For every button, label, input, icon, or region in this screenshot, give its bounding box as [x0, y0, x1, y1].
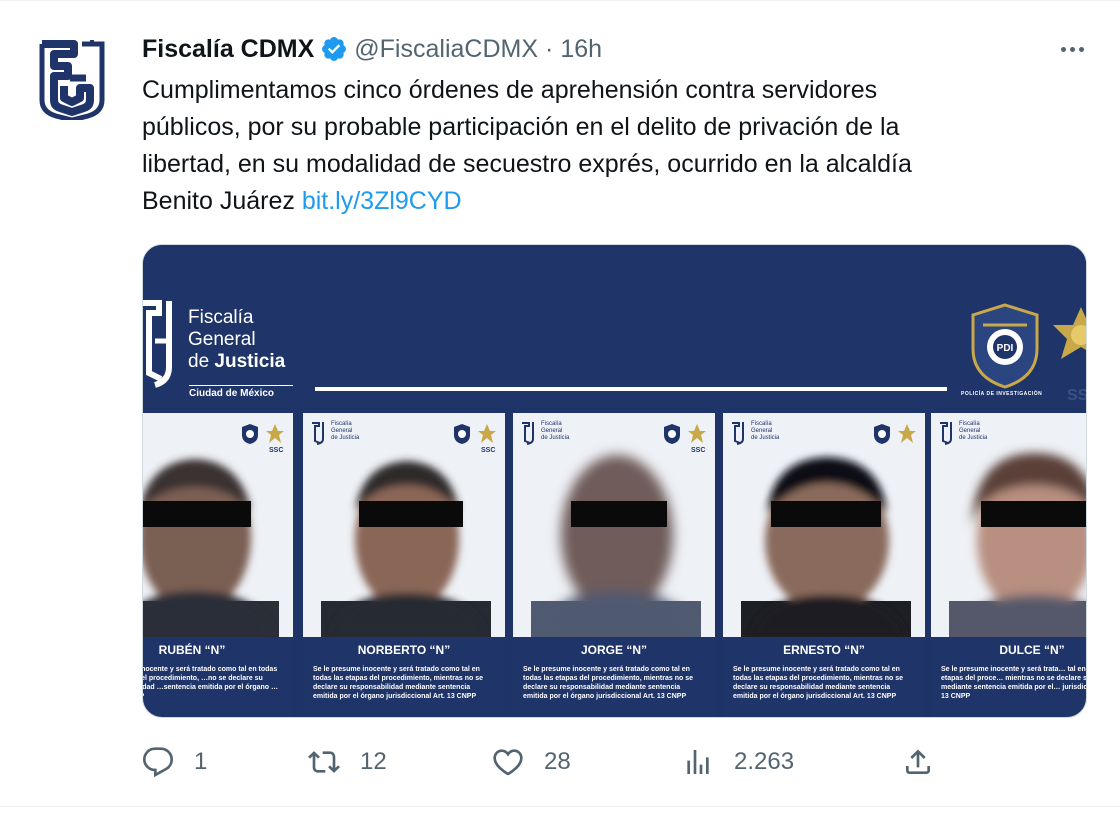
tweet[interactable]: Fiscalía CDMX @FiscaliaCDMX · 16h Cumpli… [0, 0, 1120, 817]
retweet-button[interactable]: 12 [308, 744, 387, 780]
suspect-name: NORBERTO “N” [303, 637, 505, 663]
tweet-text-last: Benito Juárez [142, 187, 302, 215]
pdi-badge-icon: PDI [971, 303, 1039, 389]
redaction-bar [571, 501, 667, 527]
share-button[interactable] [902, 744, 934, 780]
legal-notice: Se le presume inocente y será trata… tal… [931, 663, 1086, 717]
suspect-photo [741, 457, 911, 637]
card-org-line: Fiscalía [331, 421, 352, 427]
org-subtitle: Ciudad de México [189, 385, 293, 399]
suspect-name: RUBÉN “N” [143, 637, 293, 663]
tweet-text-line: Cumplimentamos cinco órdenes de aprehens… [142, 76, 878, 104]
tweet-text-line: libertad, en su modalidad de secuestro e… [142, 150, 912, 178]
suspect-photo [143, 459, 279, 637]
suspect-card: Fiscalía General de Justicia SSC NORBERTO … [303, 413, 505, 717]
org-name: Fiscalía General de Justicia [188, 307, 285, 373]
legal-notice: …presume inocente y será tratado como ta… [143, 663, 293, 717]
redaction-bar [771, 501, 881, 527]
card-org-line: Fiscalía [541, 421, 562, 427]
heart-icon [493, 749, 523, 776]
views-chart-icon [687, 750, 709, 774]
suspect-card: Fiscalía General de Justicia DULCE “N” Se … [931, 413, 1086, 717]
tweet-header: Fiscalía CDMX @FiscaliaCDMX · 16h [142, 32, 602, 66]
retweet-icon [308, 751, 340, 773]
redaction-bar [359, 501, 463, 527]
suspect-photo [321, 461, 491, 637]
card-org-line: Fiscalía [751, 421, 772, 427]
image-banner: Fiscalía General de Justicia Ciudad de M… [143, 245, 1087, 415]
redaction-bar [981, 501, 1086, 527]
retweet-count: 12 [360, 748, 387, 775]
suspect-card: Fiscalía General de Justicia SSC JORGE “N”… [513, 413, 715, 717]
suspect-card: SSC RUBÉN “N” …presume inocente y será t… [143, 413, 293, 717]
more-options-icon[interactable] [1052, 36, 1092, 62]
avatar[interactable] [36, 36, 108, 123]
legal-notice: Se le presume inocente y será tratado co… [723, 663, 925, 717]
card-org-line: Fiscalía [959, 421, 980, 427]
divider [0, 806, 1120, 807]
suspect-name: JORGE “N” [513, 637, 715, 663]
user-handle[interactable]: @FiscaliaCDMX [354, 35, 538, 64]
tweet-image[interactable]: Fiscalía General de Justicia Ciudad de M… [142, 244, 1087, 718]
verified-badge-icon [320, 35, 348, 63]
org-line: de Justicia [188, 351, 285, 373]
svg-text:PDI: PDI [997, 343, 1014, 354]
suspect-name: ERNESTO “N” [723, 637, 925, 663]
divider [0, 0, 1120, 1]
separator-dot: · [545, 34, 554, 63]
legal-notice: Se le presume inocente y será tratado co… [513, 663, 715, 717]
legal-notice: Se le presume inocente y será tratado co… [303, 663, 505, 717]
reply-button[interactable]: 1 [142, 744, 207, 780]
ssc-text: SS [1067, 387, 1087, 404]
org-line: General [188, 329, 256, 350]
suspect-card: Fiscalía General de Justicia ERNESTO “N” S… [723, 413, 925, 717]
like-button[interactable]: 28 [492, 744, 571, 780]
org-line: Fiscalía [188, 307, 254, 328]
views-count: 2.263 [734, 748, 795, 775]
reply-count: 1 [194, 748, 208, 775]
like-count: 28 [544, 748, 571, 775]
fiscalia-logo-icon [39, 40, 105, 123]
reply-icon [142, 747, 174, 778]
org-line3-bold: Justicia [214, 351, 286, 372]
tweet-link[interactable]: bit.ly/3Zl9CYD [302, 187, 462, 215]
suspect-photo [949, 453, 1086, 637]
fiscalia-logo-icon [143, 300, 172, 388]
tweet-text: Cumplimentamos cinco órdenes de aprehens… [142, 72, 1082, 220]
share-icon [906, 749, 930, 774]
tweet-actions: 1 12 28 2.263 [142, 744, 1087, 780]
display-name[interactable]: Fiscalía CDMX [142, 35, 314, 64]
org-line3-prefix: de [188, 351, 215, 372]
tweet-text-line: públicos, por su probable participación … [142, 113, 900, 141]
pdi-caption: POLICÍA DE INVESTIGACIÓN [961, 391, 1043, 397]
suspect-cards: SSC RUBÉN “N” …presume inocente y será t… [143, 413, 1086, 717]
suspect-photo [531, 455, 701, 637]
timestamp[interactable]: 16h [560, 35, 602, 64]
ssc-badge-icon [1053, 307, 1086, 359]
tweet-text-line: Benito Juárez bit.ly/3Zl9CYD [142, 183, 1082, 220]
banner-divider [315, 387, 947, 391]
suspect-name: DULCE “N” [931, 637, 1086, 663]
redaction-bar [143, 501, 251, 527]
views-button[interactable]: 2.263 [682, 744, 794, 780]
